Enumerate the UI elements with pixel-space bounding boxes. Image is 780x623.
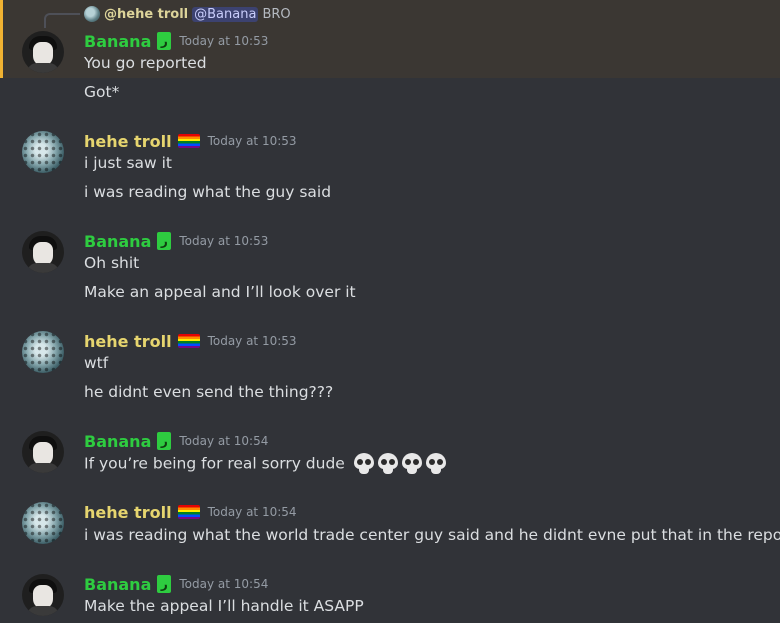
reply-text: BRO (262, 6, 291, 22)
reply-reference[interactable]: @hehe troll @Banana BRO (84, 5, 291, 23)
message-text: i was reading what the guy said (84, 183, 332, 201)
avatar-banana[interactable] (22, 231, 64, 273)
avatar-banana[interactable] (22, 31, 64, 73)
message-text: Make an appeal and I’ll look over it (84, 283, 356, 301)
message-text: Got* (84, 83, 120, 101)
message-text: i just saw it (84, 154, 173, 172)
avatar-hehe-troll[interactable] (22, 131, 64, 173)
message-header: hehe troll Today at 10:53 (84, 330, 297, 352)
username[interactable]: hehe troll (84, 132, 172, 151)
message-header: Banana ر Today at 10:54 (84, 573, 268, 595)
message-header: hehe troll Today at 10:53 (84, 130, 297, 152)
avatar-banana[interactable] (22, 574, 64, 616)
skull-emoji-icon (353, 453, 375, 475)
timestamp: Today at 10:53 (179, 234, 269, 248)
message-text: You go reported (84, 54, 207, 72)
skull-emoji-icon (401, 453, 423, 475)
username[interactable]: hehe troll (84, 332, 172, 351)
message-header: Banana ر Today at 10:53 (84, 30, 268, 52)
message-line: If you’re being for real sorry dude (84, 453, 447, 475)
timestamp: Today at 10:53 (179, 34, 269, 48)
avatar-hehe-troll[interactable] (22, 331, 64, 373)
role-badge-icon: ر (157, 575, 172, 593)
message-header: Banana ر Today at 10:53 (84, 230, 268, 252)
pufferfish-avatar-icon (84, 6, 100, 22)
avatar-banana[interactable] (22, 431, 64, 473)
reply-author[interactable]: @hehe troll (104, 7, 188, 22)
rainbow-flag-icon (177, 505, 200, 519)
role-badge-icon: ر (157, 232, 172, 250)
role-badge-icon: ر (157, 432, 172, 450)
message-header: Banana ر Today at 10:54 (84, 430, 268, 452)
message-text: wtf (84, 354, 109, 372)
skull-emoji-icon (425, 453, 447, 475)
reply-mention[interactable]: @Banana (192, 6, 259, 22)
message-header: hehe troll Today at 10:54 (84, 501, 297, 523)
message-text: If you’re being for real sorry dude (84, 454, 345, 473)
rainbow-flag-icon (177, 334, 200, 348)
username[interactable]: Banana (84, 32, 151, 51)
reply-connector (44, 13, 80, 28)
message-text: he didnt even send the thing??? (84, 383, 334, 401)
username[interactable]: hehe troll (84, 503, 172, 522)
emoji-group (353, 453, 447, 475)
username[interactable]: Banana (84, 232, 151, 251)
role-badge-icon: ر (157, 32, 172, 50)
message-text: Make the appeal I’ll handle it ASAPP (84, 597, 364, 615)
timestamp: Today at 10:54 (179, 434, 269, 448)
skull-emoji-icon (377, 453, 399, 475)
timestamp: Today at 10:53 (207, 334, 297, 348)
timestamp: Today at 10:53 (207, 134, 297, 148)
username[interactable]: Banana (84, 575, 151, 594)
avatar-hehe-troll[interactable] (22, 502, 64, 544)
username[interactable]: Banana (84, 432, 151, 451)
timestamp: Today at 10:54 (179, 577, 269, 591)
timestamp: Today at 10:54 (207, 505, 297, 519)
rainbow-flag-icon (177, 134, 200, 148)
message-text: Oh shit (84, 254, 140, 272)
message-text: i was reading what the world trade cente… (84, 526, 780, 544)
